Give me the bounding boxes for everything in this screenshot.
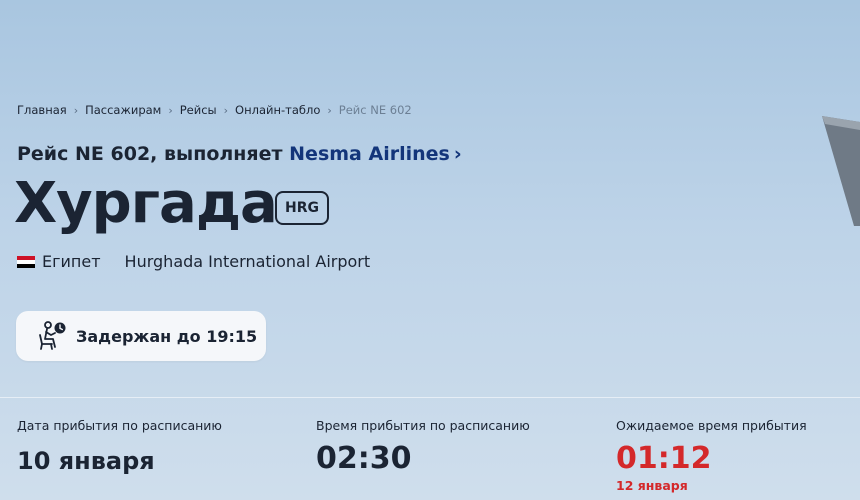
breadcrumb-passengers[interactable]: Пассажирам	[85, 103, 161, 117]
scheduled-time-block: Время прибытия по расписанию 02:30	[316, 418, 530, 476]
airline-link[interactable]: Nesma Airlines ›	[289, 143, 462, 165]
expected-date-value: 12 января	[616, 478, 688, 493]
scheduled-time-label: Время прибытия по расписанию	[316, 418, 530, 433]
expected-time-label: Ожидаемое время прибытия	[616, 418, 807, 433]
expected-time-value: 01:12	[616, 441, 712, 476]
section-divider	[0, 397, 860, 398]
destination-city: Хургада	[14, 171, 278, 236]
scheduled-time-value: 02:30	[316, 441, 412, 476]
breadcrumb-home[interactable]: Главная	[17, 103, 67, 117]
breadcrumb-separator-icon: ›	[168, 103, 173, 117]
breadcrumb-separator-icon: ›	[73, 103, 79, 117]
iata-code-badge: HRG	[275, 191, 329, 225]
location-row: Египет Hurghada International Airport	[17, 252, 370, 271]
flight-operator-line: Рейс NE 602, выполняет Nesma Airlines ›	[17, 143, 462, 165]
breadcrumb-online-board[interactable]: Онлайн-табло	[235, 103, 320, 117]
breadcrumb-separator-icon: ›	[223, 103, 229, 117]
scheduled-date-label: Дата прибытия по расписанию	[17, 418, 222, 433]
egypt-flag-icon	[17, 255, 35, 268]
expected-time-block: Ожидаемое время прибытия 01:12 12 января	[616, 418, 807, 493]
airplane-wing-image	[822, 116, 860, 226]
chevron-right-icon: ›	[453, 143, 462, 165]
breadcrumb-flights[interactable]: Рейсы	[180, 103, 217, 117]
status-text: Задержан до 19:15	[76, 326, 258, 346]
breadcrumb-current-flight: Рейс NE 602	[338, 103, 412, 117]
breadcrumb-separator-icon: ›	[327, 103, 332, 117]
country-name: Египет	[42, 252, 101, 271]
airport-name: Hurghada International Airport	[124, 252, 371, 271]
airline-name: Nesma Airlines	[289, 143, 450, 165]
scheduled-date-value: 10 января	[17, 447, 155, 475]
waiting-passenger-clock-icon	[39, 321, 66, 350]
flight-number-text: Рейс NE 602, выполняет	[17, 143, 283, 165]
flight-status-badge: Задержан до 19:15	[16, 311, 266, 361]
scheduled-date-block: Дата прибытия по расписанию 10 января	[17, 418, 222, 475]
breadcrumb: Главная › Пассажирам › Рейсы › Онлайн-та…	[17, 103, 412, 117]
